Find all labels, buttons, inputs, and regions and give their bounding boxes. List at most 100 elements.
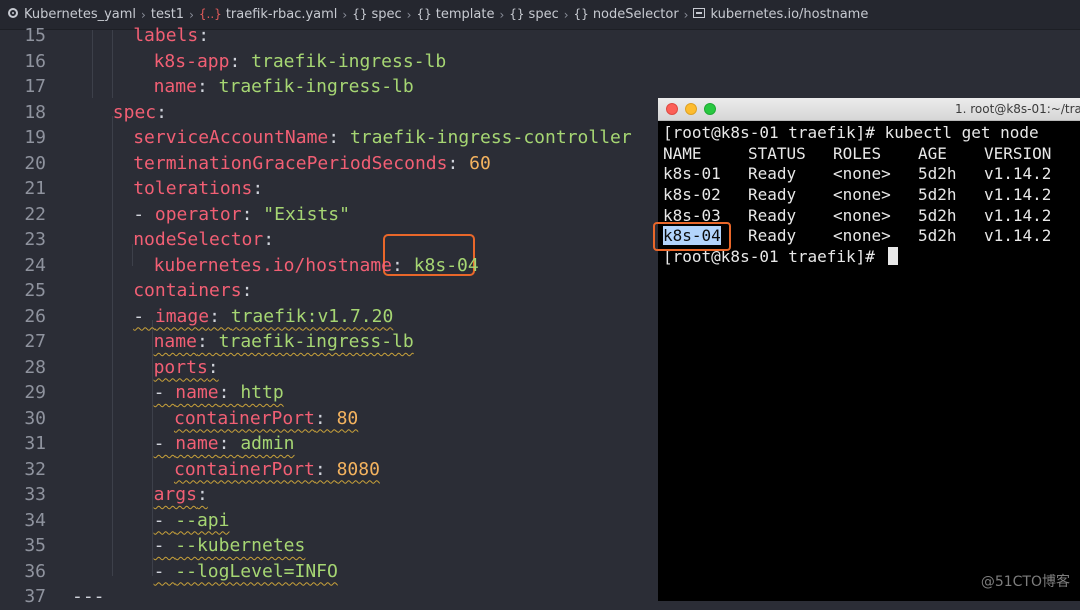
code-text: - --logLevel=INFO	[154, 559, 338, 585]
breadcrumb-item[interactable]: {} spec	[509, 7, 558, 22]
code-line[interactable]: 37 ---	[0, 584, 660, 610]
yaml-key: spec	[112, 101, 157, 123]
yaml-value: --api	[175, 509, 230, 531]
yaml-value: k8s-04	[413, 254, 479, 276]
close-window-icon[interactable]	[666, 103, 678, 115]
chevron-right-icon: ›	[406, 7, 412, 22]
line-number: 18	[24, 101, 46, 123]
breadcrumb-label: spec	[528, 7, 559, 22]
yaml-colon: :	[198, 25, 210, 46]
table-cell: 5d2h	[918, 185, 957, 205]
chevron-right-icon: ›	[141, 7, 146, 22]
code-line[interactable]: 31 - name: admin	[0, 431, 660, 457]
code-line[interactable]: 16 k8s-app: traefik-ingress-lb	[0, 49, 660, 75]
code-line[interactable]: 30 containerPort: 80	[0, 406, 660, 432]
code-line[interactable]: 36 - --logLevel=INFO	[0, 559, 660, 585]
code-line[interactable]: 17 name: traefik-ingress-lb	[0, 74, 660, 100]
breadcrumb-item[interactable]: {..} traefik-rbac.yaml	[199, 7, 338, 22]
yaml-key: terminationGracePeriodSeconds	[133, 152, 448, 174]
watermark: @51CTO博客	[980, 574, 1070, 590]
list-dash: -	[153, 382, 176, 403]
code-text: containerPort: 80	[174, 406, 358, 432]
yaml-key: containers	[133, 280, 242, 301]
yaml-number: 80	[336, 407, 359, 429]
code-line[interactable]: 18 spec:	[0, 100, 660, 126]
code-line[interactable]: 25 containers:	[0, 278, 660, 304]
code-line[interactable]: 23 nodeSelector:	[0, 227, 660, 253]
yaml-colon: :	[314, 407, 337, 429]
minimize-window-icon[interactable]	[685, 103, 697, 115]
shell-prompt: [root@k8s-01 traefik]#	[663, 123, 885, 142]
code-text: ports:	[154, 355, 219, 381]
code-line[interactable]: 33 args:	[0, 482, 660, 508]
table-cell: Ready	[748, 185, 797, 205]
table-cell: Ready	[748, 226, 797, 246]
table-cell: v1.14.2	[984, 185, 1052, 205]
chevron-right-icon: ›	[563, 7, 569, 22]
line-number: 20	[24, 152, 46, 174]
table-cell: 5d2h	[918, 164, 957, 184]
code-line[interactable]: 35 - --kubernetes	[0, 533, 660, 559]
terminal-title: 1. root@k8s-01:~/traefik	[955, 102, 1080, 116]
breadcrumb-item[interactable]: Kubernetes_yaml	[8, 7, 136, 22]
yaml-key: image	[154, 305, 210, 327]
code-line[interactable]: 24 kubernetes.io/hostname: k8s-04	[0, 253, 660, 279]
line-number: 24	[24, 254, 46, 276]
code-line[interactable]: 21 tolerations:	[0, 176, 660, 202]
breadcrumb-item[interactable]: test1	[151, 7, 184, 22]
breadcrumb-item[interactable]: {} nodeSelector	[574, 7, 679, 22]
code-line[interactable]: 26 - image: traefik:v1.7.20	[0, 304, 660, 330]
yaml-value: admin	[240, 433, 295, 454]
line-number: 25	[24, 280, 46, 301]
yaml-value: traefik:v1.7.20	[230, 305, 394, 327]
object-icon: {}	[416, 7, 432, 21]
code-line[interactable]: 15 labels:	[0, 23, 660, 49]
yaml-value: traefik-ingress-lb	[251, 50, 447, 72]
table-header: NAME STATUS ROLES AGE VERSION	[663, 144, 1064, 165]
breadcrumb-label: Kubernetes_yaml	[24, 7, 137, 22]
code-line[interactable]: 32 containerPort: 8080	[0, 457, 660, 483]
code-line[interactable]: 19 serviceAccountName: traefik-ingress-co…	[0, 125, 660, 151]
yaml-colon: :	[196, 76, 219, 97]
document-separator: ---	[72, 586, 105, 607]
breadcrumb-item[interactable]: kubernetes.io/hostname	[693, 7, 868, 22]
breadcrumb-label: traefik-rbac.yaml	[225, 7, 338, 22]
code-text: - --kubernetes	[154, 533, 306, 559]
breadcrumb-item[interactable]: {} template	[416, 7, 494, 22]
line-number: 34	[24, 509, 46, 531]
yaml-key: nodeSelector	[133, 229, 264, 250]
yaml-file-icon: {..}	[198, 7, 222, 21]
chevron-right-icon: ›	[342, 7, 348, 22]
chevron-right-icon: ›	[499, 7, 505, 22]
line-number: 32	[24, 458, 46, 480]
code-line[interactable]: 28 ports:	[0, 355, 660, 381]
object-icon: {}	[509, 7, 525, 21]
breadcrumb-item[interactable]: {} spec	[352, 7, 401, 22]
line-number: 30	[24, 407, 46, 429]
terminal-window[interactable]: 1. root@k8s-01:~/traefik [root@k8s-01 tr…	[658, 98, 1080, 601]
yaml-colon: :	[229, 50, 252, 72]
yaml-key: operator	[154, 203, 242, 225]
code-line[interactable]: 34 - --api	[0, 508, 660, 534]
code-line[interactable]: 29 - name: http	[0, 380, 660, 406]
code-text: ---	[72, 584, 105, 610]
code-text: terminationGracePeriodSeconds: 60	[133, 151, 491, 177]
yaml-key: kubernetes.io/hostname	[153, 254, 393, 276]
table-cell: Ready	[748, 205, 797, 225]
line-number: 23	[24, 229, 46, 250]
list-dash: -	[153, 535, 176, 556]
zoom-window-icon[interactable]	[704, 103, 716, 115]
code-line[interactable]: 22 - operator: "Exists"	[0, 202, 660, 228]
yaml-value: "Exists"	[263, 203, 350, 225]
yaml-number: 60	[469, 152, 491, 174]
yaml-value: --logLevel=INFO	[175, 560, 338, 582]
line-number: 17	[24, 76, 46, 97]
breadcrumb-label: template	[435, 7, 495, 22]
code-text: args:	[154, 482, 208, 508]
code-line[interactable]: 27 name: traefik-ingress-lb	[0, 329, 660, 355]
terminal-titlebar[interactable]: 1. root@k8s-01:~/traefik	[658, 98, 1080, 121]
table-cell: v1.14.2	[984, 164, 1052, 184]
line-number: 29	[24, 382, 46, 403]
code-line[interactable]: 20 terminationGracePeriodSeconds: 60	[0, 151, 660, 177]
table-cell: v1.14.2	[984, 226, 1052, 246]
